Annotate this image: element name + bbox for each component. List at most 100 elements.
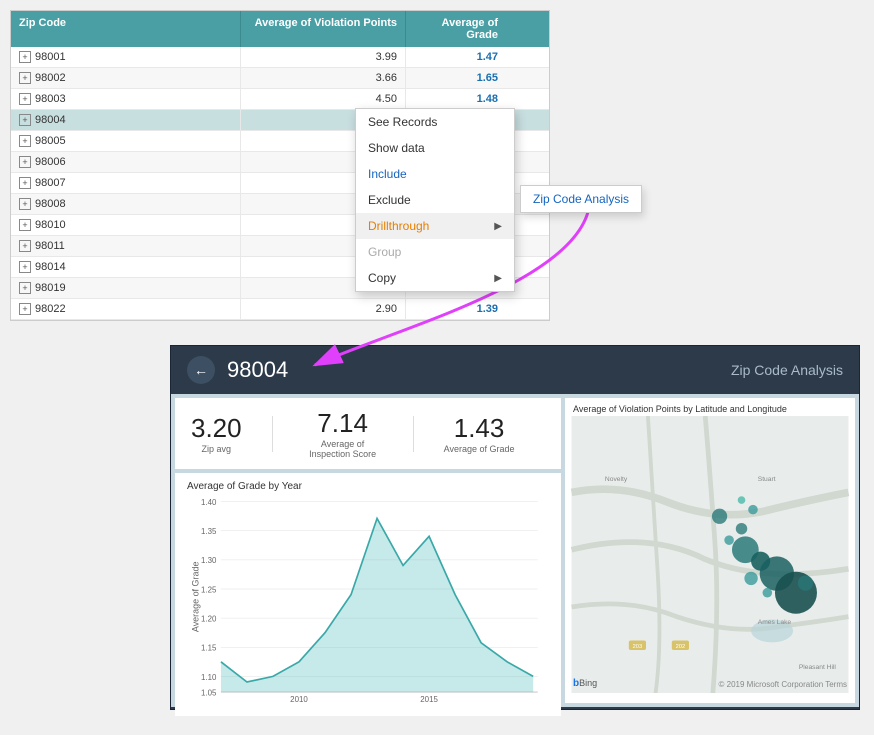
cell-violation: 3.66 <box>241 68 406 88</box>
menu-item-include[interactable]: Include <box>356 161 514 187</box>
drillthrough-page-title: Zip Code Analysis <box>731 362 843 378</box>
zipcode-value: 98006 <box>35 156 66 168</box>
stat-inspection-label: Average of Inspection Score <box>303 439 383 459</box>
drillthrough-page: ← 98004 Zip Code Analysis 3.20 Zip avg 7… <box>170 345 860 710</box>
svg-text:1.15: 1.15 <box>201 644 217 653</box>
cell-grade: 1.39 <box>406 299 506 319</box>
menu-item-drillthrough[interactable]: Drillthrough ▶ <box>356 213 514 239</box>
expand-icon[interactable]: + <box>19 114 31 126</box>
stat-inspection-value: 7.14 <box>317 408 368 439</box>
cell-zipcode: + 98010 <box>11 215 241 235</box>
svg-text:Ames Lake: Ames Lake <box>758 619 792 626</box>
cell-zipcode: + 98006 <box>11 152 241 172</box>
svg-text:1.10: 1.10 <box>201 673 217 682</box>
chart-area-fill <box>221 518 533 692</box>
menu-item-exclude[interactable]: Exclude <box>356 187 514 213</box>
cell-zipcode: + 98002 <box>11 68 241 88</box>
svg-text:1.05: 1.05 <box>201 688 217 697</box>
expand-icon[interactable]: + <box>19 240 31 252</box>
table-row[interactable]: + 98001 3.99 1.47 <box>11 47 549 68</box>
copy-arrow-icon: ▶ <box>494 273 502 284</box>
cell-zipcode: + 98001 <box>11 47 241 67</box>
chart-svg: Average of Grade 1.40 1.35 1.30 1.2 <box>187 496 549 703</box>
stat-divider-2 <box>413 416 414 452</box>
expand-icon[interactable]: + <box>19 303 31 315</box>
svg-text:202: 202 <box>676 644 686 650</box>
cell-zipcode: + 98003 <box>11 89 241 109</box>
zipcode-value: 98001 <box>35 51 66 63</box>
svg-text:2015: 2015 <box>420 695 438 703</box>
expand-icon[interactable]: + <box>19 261 31 273</box>
drillthrough-arrow-icon: ▶ <box>494 221 502 232</box>
stat-grade: 1.43 Average of Grade <box>444 413 515 454</box>
zipcode-value: 98011 <box>35 240 65 252</box>
drillthrough-popup[interactable]: Zip Code Analysis <box>520 185 642 213</box>
drillthrough-header-left: ← 98004 <box>187 356 288 384</box>
cell-violation: 2.90 <box>241 299 406 319</box>
menu-item-copy[interactable]: Copy ▶ <box>356 265 514 291</box>
back-icon: ← <box>194 362 208 378</box>
table-row[interactable]: + 98003 4.50 1.48 <box>11 89 549 110</box>
menu-item-group: Group <box>356 239 514 265</box>
cell-zipcode: + 98014 <box>11 257 241 277</box>
svg-text:1.30: 1.30 <box>201 556 217 565</box>
grade-by-year-chart: Average of Grade by Year Average of Grad… <box>175 473 561 716</box>
context-menu: See Records Show data Include Exclude Dr… <box>355 108 515 292</box>
expand-icon[interactable]: + <box>19 219 31 231</box>
chart-title: Average of Grade by Year <box>187 481 549 492</box>
table-header: Zip Code Average of Violation Points Ave… <box>11 11 549 47</box>
map-panel: Average of Violation Points by Latitude … <box>565 398 855 703</box>
expand-icon[interactable]: + <box>19 51 31 63</box>
cell-grade: 1.47 <box>406 47 506 67</box>
svg-text:Novelty: Novelty <box>605 476 628 483</box>
table-row[interactable]: + 98022 2.90 1.39 <box>11 299 549 320</box>
expand-icon[interactable]: + <box>19 282 31 294</box>
stat-zip-avg-value: 3.20 <box>191 413 242 444</box>
svg-text:1.25: 1.25 <box>201 585 217 594</box>
drillthrough-left-panel: 3.20 Zip avg 7.14 Average of Inspection … <box>175 398 561 703</box>
header-grade: Average of Grade <box>406 11 506 47</box>
stat-zip-avg: 3.20 Zip avg <box>191 413 242 454</box>
map-title: Average of Violation Points by Latitude … <box>565 398 855 416</box>
zipcode-value: 98019 <box>35 282 66 294</box>
svg-text:203: 203 <box>633 644 643 650</box>
expand-icon[interactable]: + <box>19 156 31 168</box>
drillthrough-content: 3.20 Zip avg 7.14 Average of Inspection … <box>171 394 859 707</box>
svg-text:Stuart: Stuart <box>758 476 776 483</box>
menu-item-show-data[interactable]: Show data <box>356 135 514 161</box>
drillthrough-header: ← 98004 Zip Code Analysis <box>171 346 859 394</box>
cell-zipcode: + 98019 <box>11 278 241 298</box>
zipcode-value: 98022 <box>35 303 66 315</box>
expand-icon[interactable]: + <box>19 72 31 84</box>
svg-text:2010: 2010 <box>290 695 308 703</box>
expand-icon[interactable]: + <box>19 177 31 189</box>
bing-logo: bBing <box>573 678 597 689</box>
cell-grade: 1.65 <box>406 68 506 88</box>
svg-text:1.35: 1.35 <box>201 527 217 536</box>
expand-icon[interactable]: + <box>19 198 31 210</box>
map-area: Novelty Stuart Ames Lake Pleasant Hill 2… <box>565 416 855 693</box>
svg-text:1.40: 1.40 <box>201 498 217 507</box>
menu-item-see-records[interactable]: See Records <box>356 109 514 135</box>
bing-copyright: © 2019 Microsoft Corporation Terms <box>719 680 847 689</box>
zipcode-value: 98014 <box>35 261 66 273</box>
cell-violation: 4.50 <box>241 89 406 109</box>
stat-inspection: 7.14 Average of Inspection Score <box>303 408 383 459</box>
back-button[interactable]: ← <box>187 356 215 384</box>
expand-icon[interactable]: + <box>19 93 31 105</box>
expand-icon[interactable]: + <box>19 135 31 147</box>
stat-zip-avg-label: Zip avg <box>202 444 232 454</box>
zipcode-value: 98008 <box>35 198 66 210</box>
svg-text:1.20: 1.20 <box>201 615 217 624</box>
cell-grade: 1.48 <box>406 89 506 109</box>
zipcode-value: 98007 <box>35 177 66 189</box>
svg-text:Average of Grade: Average of Grade <box>190 562 200 633</box>
map-svg: Novelty Stuart Ames Lake Pleasant Hill 2… <box>565 416 855 693</box>
table-row[interactable]: + 98002 3.66 1.65 <box>11 68 549 89</box>
stat-grade-value: 1.43 <box>454 413 505 444</box>
cell-zipcode: + 98011 <box>11 236 241 256</box>
chart-area: Average of Grade 1.40 1.35 1.30 1.2 <box>187 496 549 703</box>
cell-zipcode: + 98022 <box>11 299 241 319</box>
drillthrough-zip-title: 98004 <box>227 357 288 383</box>
zipcode-value: 98003 <box>35 93 66 105</box>
